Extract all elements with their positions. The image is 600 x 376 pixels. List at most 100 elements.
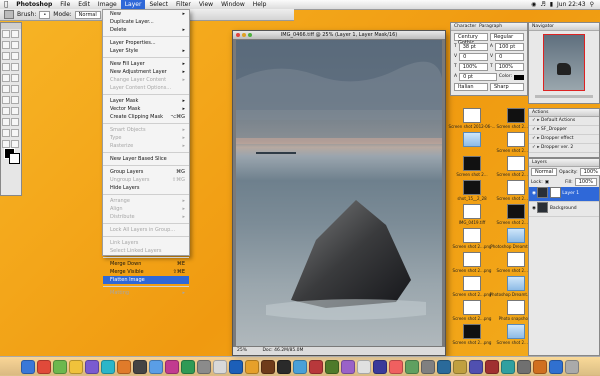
dock-app-icon[interactable] xyxy=(501,359,515,374)
zoom-tool-icon[interactable] xyxy=(11,140,19,148)
hand-tool-icon[interactable] xyxy=(2,140,10,148)
dock-app-icon[interactable] xyxy=(453,359,467,374)
opacity-field[interactable]: 100% xyxy=(579,168,600,176)
brush-tool-icon[interactable] xyxy=(11,63,19,71)
apple-menu-icon[interactable]:  xyxy=(0,0,12,9)
tab-character[interactable]: Character xyxy=(454,24,476,29)
document-titlebar[interactable]: IMG_0466.tiff @ 25% (Layer 1, Layer Mask… xyxy=(233,31,445,39)
menu-file[interactable]: File xyxy=(56,0,74,9)
navigator-zoom-slider[interactable] xyxy=(535,95,593,98)
menu-item-new[interactable]: New ▸ xyxy=(103,10,189,18)
magic-wand-tool-icon[interactable] xyxy=(11,41,19,49)
menu-item-vector-mask[interactable]: Vector Mask ▸ xyxy=(103,105,189,113)
menu-photoshop[interactable]: Photoshop xyxy=(12,0,56,9)
checkbox-icon[interactable]: ✓ xyxy=(532,145,536,150)
brush-tool-icon[interactable] xyxy=(4,10,14,19)
menu-item-hide-layers[interactable]: Hide Layers xyxy=(103,184,189,192)
dock-app-icon[interactable] xyxy=(469,359,483,374)
dock-app-icon[interactable] xyxy=(485,359,499,374)
document-canvas[interactable] xyxy=(236,40,442,346)
font-size-field[interactable]: 38 pt xyxy=(458,43,488,51)
healing-tool-icon[interactable] xyxy=(2,63,10,71)
dock-app-icon[interactable] xyxy=(373,359,387,374)
menu-item-group-layers[interactable]: Group Layers ⌘G xyxy=(103,168,189,176)
dock-app-icon[interactable] xyxy=(293,359,307,374)
menu-item-create-clipping-mask[interactable]: Create Clipping Mask ⌥⌘G xyxy=(103,113,189,121)
text-color-swatch[interactable] xyxy=(514,74,524,80)
brush-picker[interactable]: • xyxy=(39,10,51,19)
dock-app-icon[interactable] xyxy=(565,359,579,374)
dock-app-icon[interactable] xyxy=(133,359,147,374)
menu-help[interactable]: Help xyxy=(249,0,271,9)
dock-app-icon[interactable] xyxy=(117,359,131,374)
history-brush-tool-icon[interactable] xyxy=(11,74,19,82)
slice-tool-icon[interactable] xyxy=(11,52,19,60)
zoom-level[interactable]: 25% xyxy=(237,348,247,353)
dock-app-icon[interactable] xyxy=(549,359,563,374)
visibility-icon[interactable]: ◉ xyxy=(532,206,536,211)
eyedropper-tool-icon[interactable] xyxy=(11,129,19,137)
menu-filter[interactable]: Filter xyxy=(172,0,195,9)
checkbox-icon[interactable]: ✓ xyxy=(532,136,536,141)
menu-select[interactable]: Select xyxy=(145,0,172,9)
menu-item-new-fill-layer[interactable]: New Fill Layer ▸ xyxy=(103,60,189,68)
language-select[interactable]: Italian xyxy=(454,83,488,91)
checkbox-icon[interactable]: ✓ xyxy=(532,127,536,132)
dock-app-icon[interactable] xyxy=(357,359,371,374)
dock-app-icon[interactable] xyxy=(69,359,83,374)
stamp-tool-icon[interactable] xyxy=(2,74,10,82)
antialias-select[interactable]: Sharp xyxy=(490,83,524,91)
font-family-select[interactable]: Century Gothic xyxy=(454,33,488,46)
font-style-select[interactable]: Regular xyxy=(490,33,524,41)
menu-item-new-adjustment-layer[interactable]: New Adjustment Layer ▸ xyxy=(103,68,189,76)
battery-icon[interactable]: ▮ xyxy=(550,1,553,8)
type-tool-icon[interactable] xyxy=(11,107,19,115)
gradient-tool-icon[interactable] xyxy=(11,85,19,93)
wifi-icon[interactable]: ◉ xyxy=(531,1,536,8)
tab-layers[interactable]: Layers xyxy=(532,160,547,165)
dock-app-icon[interactable] xyxy=(277,359,291,374)
dock-app-icon[interactable] xyxy=(341,359,355,374)
layer-row[interactable]: ◉ Background xyxy=(529,202,599,217)
menu-window[interactable]: Window xyxy=(217,0,249,9)
dock-app-icon[interactable] xyxy=(165,359,179,374)
move-tool-icon[interactable] xyxy=(2,30,10,38)
background-color-swatch[interactable] xyxy=(9,153,20,164)
pen-tool-icon[interactable] xyxy=(2,107,10,115)
crop-tool-icon[interactable] xyxy=(2,52,10,60)
menu-item-delete[interactable]: Delete ▸ xyxy=(103,26,189,34)
clock[interactable]: Jun 22:43 xyxy=(557,1,586,8)
action-item[interactable]: ✓ ▸ Dropper effect xyxy=(529,135,599,144)
dock-app-icon[interactable] xyxy=(229,359,243,374)
menu-item-merge-visible[interactable]: Merge Visible ⇧⌘E xyxy=(103,268,189,276)
dock-app-icon[interactable] xyxy=(533,359,547,374)
baseline-field[interactable]: 0 pt xyxy=(459,73,497,81)
kerning-field[interactable]: 0 xyxy=(459,53,488,61)
tab-actions[interactable]: Actions xyxy=(532,110,548,115)
shape-tool-icon[interactable] xyxy=(11,118,19,126)
vertical-scale-field[interactable]: 100% xyxy=(458,63,488,71)
minimize-button[interactable] xyxy=(242,33,246,37)
dock-app-icon[interactable] xyxy=(245,359,259,374)
zoom-button[interactable] xyxy=(248,33,252,37)
menu-layer[interactable]: Layer xyxy=(120,0,146,9)
menu-view[interactable]: View xyxy=(195,0,217,9)
lasso-tool-icon[interactable] xyxy=(2,41,10,49)
dock-app-icon[interactable] xyxy=(53,359,67,374)
checkbox-icon[interactable]: ✓ xyxy=(532,118,536,123)
doc-size[interactable]: Doc: 46.2M/85.0M xyxy=(262,348,303,353)
eraser-tool-icon[interactable] xyxy=(2,85,10,93)
dock-app-icon[interactable] xyxy=(197,359,211,374)
menu-item-layer-style[interactable]: Layer Style ▸ xyxy=(103,47,189,55)
visibility-icon[interactable]: ◉ xyxy=(532,191,536,196)
dock-app-icon[interactable] xyxy=(21,359,35,374)
menu-item-flatten-image[interactable]: Flatten Image xyxy=(103,276,189,284)
tab-paragraph[interactable]: Paragraph xyxy=(479,24,502,29)
layer-thumbnail[interactable] xyxy=(537,187,549,198)
action-item[interactable]: ✓ ▸ SF_Dropper xyxy=(529,126,599,135)
dock-app-icon[interactable] xyxy=(389,359,403,374)
action-item[interactable]: ✓ ▸ Dropper ver. 2 xyxy=(529,144,599,153)
navigator-thumbnail[interactable] xyxy=(543,34,585,91)
menu-edit[interactable]: Edit xyxy=(74,0,94,9)
menu-item-merge-down[interactable]: Merge Down ⌘E xyxy=(103,260,189,268)
